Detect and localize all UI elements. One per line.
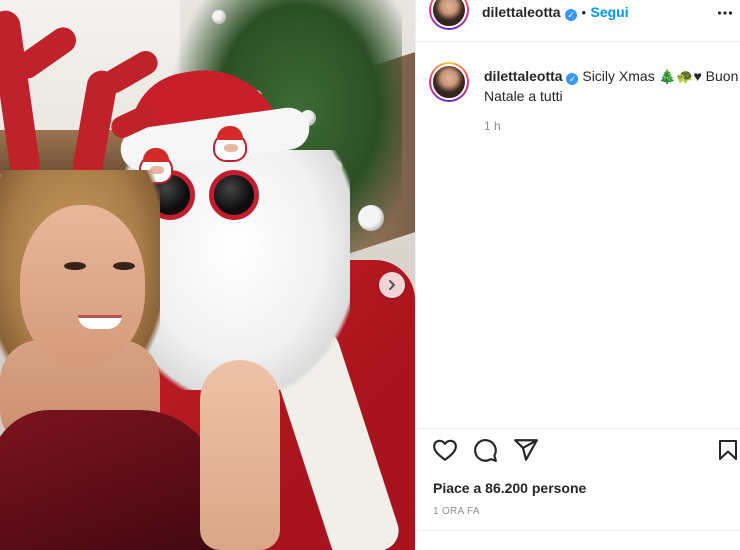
- post-date[interactable]: 1 ORA FA: [433, 506, 480, 517]
- peace-sign-hand: [200, 360, 280, 550]
- verified-badge-icon: ✓: [566, 73, 579, 85]
- novelty-glasses: [139, 126, 265, 220]
- like-button[interactable]: [432, 437, 458, 463]
- caption-timestamp[interactable]: 1 h: [484, 119, 501, 133]
- ornament: [358, 205, 384, 231]
- woman-eye: [64, 262, 86, 270]
- caption: dilettaleotta ✓ Sicily Xmas 🎄🐢♥ Buon Nat…: [484, 66, 739, 106]
- post-header: dilettaleotta ✓ • Segui: [416, 0, 740, 42]
- header-user-row: dilettaleotta ✓ • Segui: [482, 4, 629, 22]
- post-photo[interactable]: [0, 0, 415, 550]
- share-button[interactable]: [513, 437, 539, 463]
- next-photo-button[interactable]: [379, 272, 405, 298]
- velvet-dress: [0, 410, 220, 550]
- post-side-panel: dilettaleotta ✓ • Segui dilettaleotta ✓ …: [415, 0, 740, 550]
- share-icon: [514, 439, 538, 461]
- ellipsis-icon: [717, 11, 733, 15]
- follow-button[interactable]: Segui: [591, 4, 629, 20]
- chevron-right-icon: [389, 280, 395, 290]
- heart-icon: [433, 439, 457, 461]
- header-username[interactable]: dilettaleotta: [482, 4, 561, 20]
- likes-count[interactable]: Piace a 86.200 persone: [433, 480, 586, 496]
- avatar-image: [431, 64, 467, 100]
- comment-area: [416, 530, 740, 550]
- ornament: [212, 10, 226, 24]
- woman-eye: [113, 262, 135, 270]
- woman-face: [20, 205, 145, 365]
- bookmark-icon: [719, 440, 737, 460]
- avatar-image: [431, 0, 467, 28]
- verified-badge-icon: ✓: [565, 9, 578, 21]
- more-options-icon[interactable]: [717, 4, 733, 27]
- comment-icon: [474, 439, 497, 462]
- separator-dot: •: [581, 5, 587, 20]
- comment-button[interactable]: [472, 437, 498, 463]
- glasses-lens-right: [209, 170, 259, 220]
- caption-avatar[interactable]: [429, 62, 469, 102]
- action-bar: [416, 428, 740, 470]
- avatar[interactable]: [429, 0, 469, 30]
- caption-username[interactable]: dilettaleotta: [484, 68, 563, 84]
- santa-decoration-icon: [213, 126, 247, 162]
- save-button[interactable]: [716, 437, 740, 463]
